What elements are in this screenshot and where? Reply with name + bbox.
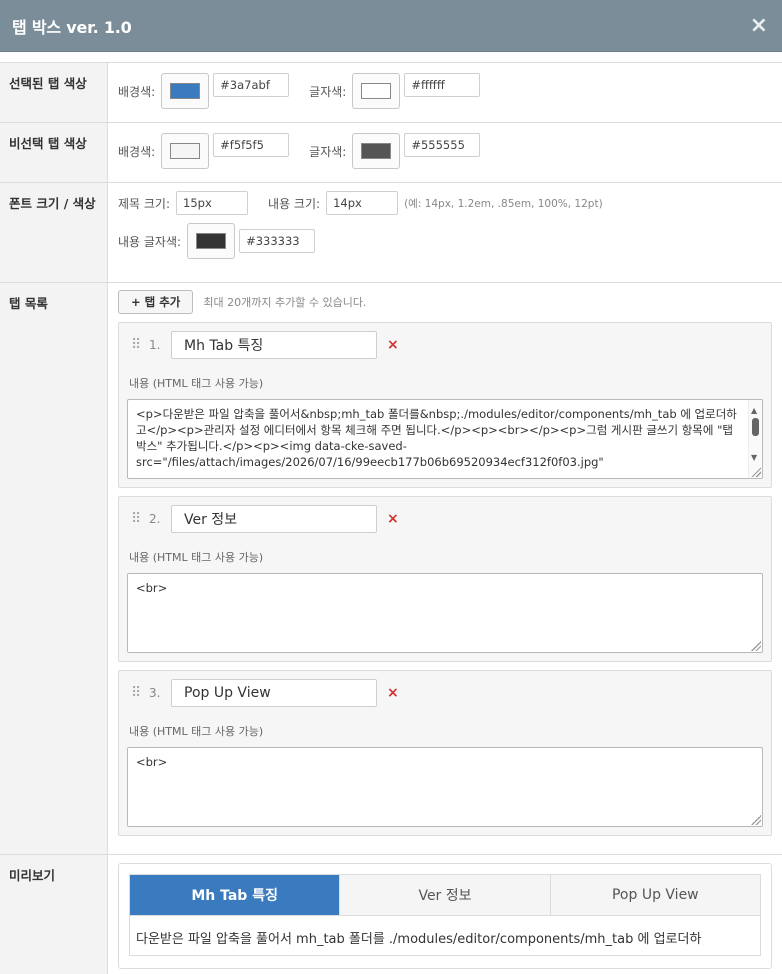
tab-item-head: ⠿ 3. × bbox=[127, 679, 763, 707]
delete-tab-icon[interactable]: × bbox=[387, 511, 399, 527]
font-controls: 제목 크기: 내용 크기: (예: 14px, 1.2em, .85em, 10… bbox=[108, 183, 782, 282]
tab-content-text: <p>다운받은 파일 압축을 풀어서&nbsp;mh_tab 폴더를&nbsp;… bbox=[136, 407, 737, 469]
tab-item-number: 2. bbox=[149, 512, 161, 526]
tab-content-text: <br> bbox=[136, 581, 168, 595]
content-size-label: 내용 크기: bbox=[268, 196, 321, 211]
selected-tab-color-controls: 배경색: 글자색: bbox=[108, 63, 782, 122]
tab-content-textarea[interactable]: <br> bbox=[127, 747, 763, 827]
add-tab-hint: 최대 20개까지 추가할 수 있습니다. bbox=[203, 296, 367, 309]
unselected-bg-input[interactable] bbox=[213, 133, 290, 157]
content-color-swatch-button[interactable] bbox=[187, 223, 236, 259]
unselected-fg-input[interactable] bbox=[404, 133, 481, 157]
tab-content-label: 내용 (HTML 태그 사용 가능) bbox=[129, 377, 264, 390]
tab-content-label: 내용 (HTML 태그 사용 가능) bbox=[129, 551, 264, 564]
preview-tab-2[interactable]: Ver 정보 bbox=[339, 875, 550, 915]
selected-tab-color-label: 선택된 탭 색상 bbox=[0, 63, 108, 122]
drag-handle-icon[interactable]: ⠿ bbox=[127, 685, 149, 701]
preview-content: Mh Tab 특징 Ver 정보 Pop Up View 다운받은 파일 압축을… bbox=[108, 855, 782, 974]
unselected-bg-color-chip bbox=[170, 143, 201, 159]
tab-content-textarea[interactable]: <br> bbox=[127, 573, 763, 653]
tab-content-textarea[interactable]: <p>다운받은 파일 압축을 풀어서&nbsp;mh_tab 폴더를&nbsp;… bbox=[127, 399, 763, 479]
delete-tab-icon[interactable]: × bbox=[387, 337, 399, 353]
scroll-thumb[interactable] bbox=[752, 418, 759, 436]
tab-item-number: 1. bbox=[149, 338, 161, 352]
preview-tab-1[interactable]: Mh Tab 특징 bbox=[130, 875, 340, 915]
drag-handle-icon[interactable]: ⠿ bbox=[127, 511, 149, 527]
close-icon[interactable]: × bbox=[750, 14, 768, 37]
tab-content-label: 내용 (HTML 태그 사용 가능) bbox=[129, 725, 264, 738]
font-row: 폰트 크기 / 색상 제목 크기: 내용 크기: (예: 14px, 1.2em… bbox=[0, 182, 782, 282]
selected-fg-color-chip bbox=[361, 83, 392, 99]
drag-handle-icon[interactable]: ⠿ bbox=[127, 337, 149, 353]
content-color-label: 내용 글자색: bbox=[118, 234, 182, 249]
content-color-chip bbox=[196, 233, 227, 249]
selected-bg-label: 배경색: bbox=[118, 85, 156, 99]
tab-list-content: + 탭 추가 최대 20개까지 추가할 수 있습니다. ⠿ 1. × 내용 (H… bbox=[108, 283, 782, 854]
font-label: 폰트 크기 / 색상 bbox=[0, 183, 108, 282]
tab-title-input[interactable] bbox=[171, 679, 377, 707]
add-tab-button[interactable]: + 탭 추가 bbox=[118, 290, 194, 314]
scroll-up-icon[interactable]: ▲ bbox=[751, 403, 757, 419]
delete-tab-icon[interactable]: × bbox=[387, 685, 399, 701]
tab-item-number: 3. bbox=[149, 686, 161, 700]
tab-list-row: 탭 목록 + 탭 추가 최대 20개까지 추가할 수 있습니다. ⠿ 1. × … bbox=[0, 282, 782, 854]
font-size-hint: (예: 14px, 1.2em, .85em, 100%, 12pt) bbox=[404, 197, 603, 210]
selected-bg-swatch-button[interactable] bbox=[161, 73, 210, 109]
tab-list-label: 탭 목록 bbox=[0, 283, 108, 854]
tab-title-input[interactable] bbox=[171, 331, 377, 359]
selected-fg-swatch-button[interactable] bbox=[352, 73, 401, 109]
title-size-label: 제목 크기: bbox=[118, 196, 171, 211]
preview-label: 미리보기 bbox=[0, 855, 108, 974]
selected-tab-color-row: 선택된 탭 색상 배경색: 글자색: bbox=[0, 62, 782, 122]
tab-item: ⠿ 3. × 내용 (HTML 태그 사용 가능) <br> bbox=[118, 670, 772, 836]
unselected-fg-swatch-button[interactable] bbox=[352, 133, 401, 169]
unselected-bg-label: 배경색: bbox=[118, 145, 156, 159]
preview-tab-content: 다운받은 파일 압축을 풀어서 mh_tab 폴더를 ./modules/edi… bbox=[129, 916, 761, 956]
unselected-tab-color-controls: 배경색: 글자색: bbox=[108, 123, 782, 182]
preview-box: Mh Tab 특징 Ver 정보 Pop Up View 다운받은 파일 압축을… bbox=[118, 863, 772, 969]
scroll-down-icon[interactable]: ▼ bbox=[751, 450, 757, 466]
selected-fg-input[interactable] bbox=[404, 73, 481, 97]
unselected-bg-swatch-button[interactable] bbox=[161, 133, 210, 169]
selected-bg-input[interactable] bbox=[213, 73, 290, 97]
unselected-fg-color-chip bbox=[361, 143, 392, 159]
tab-title-input[interactable] bbox=[171, 505, 377, 533]
window-title: 탭 박스 ver. 1.0 bbox=[12, 17, 132, 37]
tab-add-line: + 탭 추가 최대 20개까지 추가할 수 있습니다. bbox=[118, 290, 772, 314]
unselected-tab-color-label: 비선택 탭 색상 bbox=[0, 123, 108, 182]
tab-item: ⠿ 1. × 내용 (HTML 태그 사용 가능) <p>다운받은 파일 압축을… bbox=[118, 322, 772, 488]
tab-item: ⠿ 2. × 내용 (HTML 태그 사용 가능) <br> bbox=[118, 496, 772, 662]
content-color-input[interactable] bbox=[239, 229, 316, 253]
title-size-input[interactable] bbox=[176, 191, 249, 215]
preview-tabs: Mh Tab 특징 Ver 정보 Pop Up View bbox=[129, 874, 761, 916]
unselected-tab-color-row: 비선택 탭 색상 배경색: 글자색: bbox=[0, 122, 782, 182]
window-titlebar: 탭 박스 ver. 1.0 × bbox=[0, 0, 782, 52]
resize-grip-icon[interactable] bbox=[751, 815, 761, 825]
preview-tab-3[interactable]: Pop Up View bbox=[549, 875, 760, 915]
tab-item-head: ⠿ 2. × bbox=[127, 505, 763, 533]
content-color-line: 내용 글자색: bbox=[118, 223, 772, 259]
tab-item-head: ⠿ 1. × bbox=[127, 331, 763, 359]
unselected-fg-label: 글자색: bbox=[309, 145, 347, 159]
tab-content-text: <br> bbox=[136, 755, 168, 769]
preview-row: 미리보기 Mh Tab 특징 Ver 정보 Pop Up View 다운받은 파… bbox=[0, 854, 782, 974]
content-size-input[interactable] bbox=[326, 191, 399, 215]
resize-grip-icon[interactable] bbox=[751, 641, 761, 651]
selected-fg-label: 글자색: bbox=[309, 85, 347, 99]
font-size-line: 제목 크기: 내용 크기: (예: 14px, 1.2em, .85em, 10… bbox=[118, 191, 772, 215]
resize-grip-icon[interactable] bbox=[751, 467, 761, 477]
selected-bg-color-chip bbox=[170, 83, 201, 99]
